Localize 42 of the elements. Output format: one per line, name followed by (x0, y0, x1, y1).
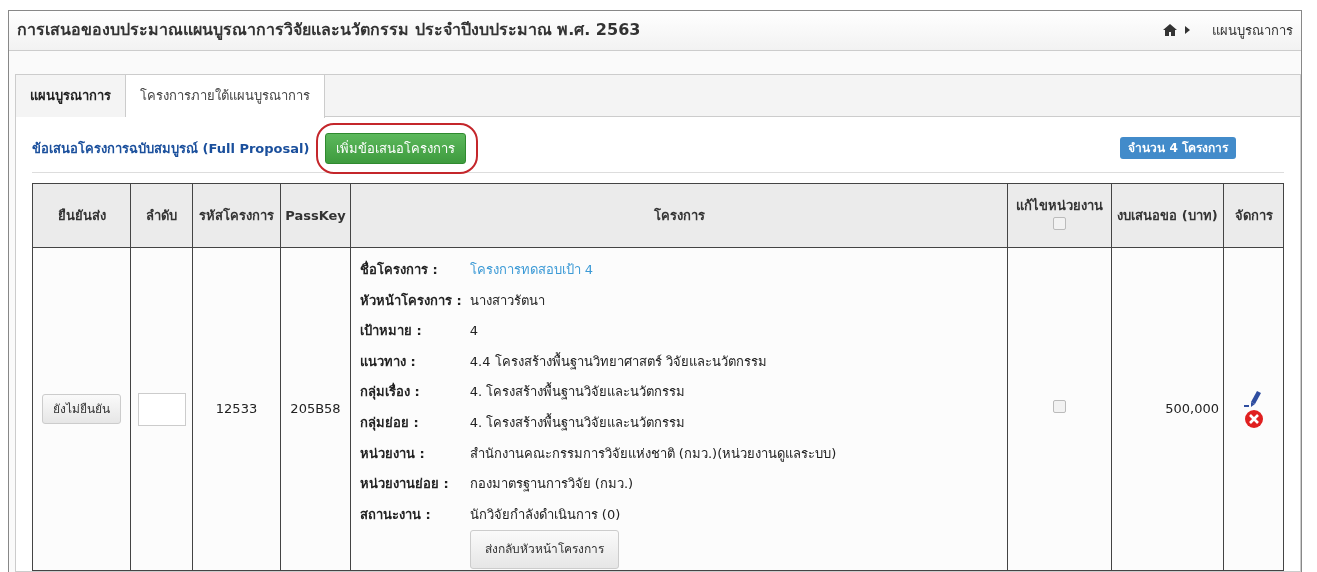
column-header: จัดการ (1233, 206, 1274, 225)
detail-value: สำนักงานคณะกรรมการวิจัยแห่งชาติ (กมว.)(หน่วยงานดูแลระบบ) (469, 445, 837, 461)
detail-label: ชื่อโครงการ : (360, 262, 438, 278)
checkbox[interactable] (1053, 216, 1066, 230)
column-header: รหัสโครงการ (198, 206, 275, 225)
detail-value: นักวิจัยกำลังดำเนินการ (0) (469, 506, 621, 522)
detail-label: กลุ่มย่อย : (360, 415, 419, 431)
section-title: ข้อเสนอโครงการฉบับสมบูรณ์ (Full Proposal) (32, 139, 310, 159)
table-cell: 500,000 (1165, 401, 1219, 417)
caret-icon (1185, 26, 1190, 35)
detail-value: นางสาวรัตนา (469, 292, 545, 308)
detail-label: หัวหน้าโครงการ : (360, 292, 462, 308)
confirm-button[interactable]: ยังไม่ยืนยัน (42, 394, 121, 425)
detail-value: 4.4 โครงสร้างพื้นฐานวิทยาศาสตร์ วิจัยและนวัตกรรม (469, 353, 767, 369)
order-input[interactable] (137, 392, 186, 426)
send-back-button[interactable]: ส่งกลับหัวหน้าโครงการ (469, 530, 619, 569)
table-cell: 205B58 (290, 401, 341, 417)
tab[interactable]: โครงการภายใต้แผนบูรณาการ (126, 74, 325, 118)
tab[interactable]: แผนบูรณาการ (16, 74, 126, 117)
page-title: การเสนอของบประมาณแผนบูรณาการวิจัยและนวัตกรรม ประจำปีงบประมาณ พ.ศ. 2563 (17, 19, 641, 42)
detail-label: กลุ่มเรื่อง : (360, 384, 420, 400)
breadcrumb-item[interactable]: แผนบูรณาการ (1212, 20, 1293, 41)
detail-label: สถานะงาน : (360, 506, 431, 522)
column-header: งบเสนอขอ (บาท) (1116, 206, 1219, 225)
detail-value: 4 (469, 323, 478, 339)
column-header: โครงการ (652, 206, 706, 225)
checkbox[interactable] (1053, 400, 1066, 414)
home-icon[interactable] (1163, 24, 1177, 37)
project-count-badge: จำนวน 4 โครงการ (1120, 137, 1236, 160)
detail-value: 4. โครงสร้างพื้นฐานวิจัยและนวัตกรรม (469, 384, 686, 400)
column-header: แก้ไขหน่วยงาน (1015, 197, 1104, 216)
detail-label: แนวทาง : (360, 353, 416, 369)
detail-label: หน่วยงาน : (360, 445, 425, 461)
delete-icon[interactable] (1243, 409, 1264, 430)
detail-value: 4. โครงสร้างพื้นฐานวิจัยและนวัตกรรม (469, 415, 686, 431)
detail-label: หน่วยงานย่อย : (360, 476, 449, 492)
table-cell: 12533 (215, 401, 258, 417)
column-header: ลำดับ (145, 206, 178, 225)
column-header: ยืนยันส่ง (56, 206, 107, 225)
detail-label: เป้าหมาย : (360, 323, 422, 339)
detail-value: กองมาตรฐานการวิจัย (กมว.) (469, 476, 634, 492)
column-header: PassKey (284, 206, 347, 225)
